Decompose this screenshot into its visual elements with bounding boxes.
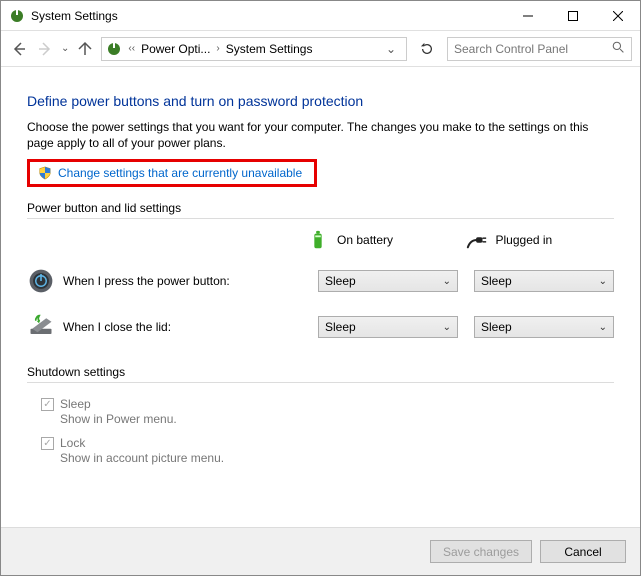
uac-shield-icon — [38, 166, 52, 180]
row-power-button: When I press the power button: Sleep ⌄ S… — [27, 263, 614, 309]
sleep-checkbox: ✓ — [41, 398, 54, 411]
lid-plugged-select[interactable]: Sleep ⌄ — [474, 316, 614, 338]
chevron-down-icon: ⌄ — [599, 322, 607, 333]
col-on-battery: On battery — [307, 229, 456, 251]
plug-icon — [466, 229, 488, 251]
col-battery-label: On battery — [337, 233, 393, 247]
power-button-plugged-select[interactable]: Sleep ⌄ — [474, 270, 614, 292]
change-settings-link[interactable]: Change settings that are currently unava… — [58, 166, 302, 180]
recent-locations-dropdown[interactable]: ⌄ — [61, 43, 69, 54]
lock-label: Lock — [60, 436, 224, 450]
power-options-icon — [9, 8, 25, 24]
minimize-button[interactable] — [505, 1, 550, 30]
title-bar: System Settings — [1, 1, 640, 31]
power-button-icon — [27, 267, 55, 295]
change-settings-highlighted: Change settings that are currently unava… — [27, 159, 317, 187]
chevron-down-icon: ⌄ — [599, 276, 607, 287]
laptop-lid-icon — [27, 313, 55, 341]
close-button[interactable] — [595, 1, 640, 30]
breadcrumb[interactable]: ‹‹ Power Opti... › System Settings ⌄ — [101, 37, 407, 61]
up-button[interactable] — [75, 39, 95, 59]
refresh-button[interactable] — [413, 37, 441, 61]
col-plugged-label: Plugged in — [496, 233, 553, 247]
back-button[interactable] — [9, 39, 29, 59]
breadcrumb-item[interactable]: System Settings — [226, 42, 313, 56]
chevron-down-icon: ⌄ — [443, 276, 451, 287]
save-changes-button[interactable]: Save changes — [430, 540, 532, 563]
search-icon — [612, 41, 625, 57]
page-description: Choose the power settings that you want … — [27, 119, 614, 151]
shutdown-option-sleep: ✓ Sleep Show in Power menu. — [41, 397, 614, 426]
cancel-button[interactable]: Cancel — [540, 540, 626, 563]
close-lid-label: When I close the lid: — [63, 320, 273, 334]
breadcrumb-item[interactable]: Power Opti... — [141, 42, 210, 56]
chevron-right-icon: › — [214, 43, 221, 54]
page-heading: Define power buttons and turn on passwor… — [27, 93, 614, 109]
breadcrumb-dropdown[interactable]: ⌄ — [380, 42, 402, 56]
maximize-button[interactable] — [550, 1, 595, 30]
lid-battery-select[interactable]: Sleep ⌄ — [318, 316, 458, 338]
breadcrumb-sep: ‹‹ — [126, 43, 137, 54]
section-shutdown-title: Shutdown settings — [27, 365, 614, 383]
shutdown-option-lock: ✓ Lock Show in account picture menu. — [41, 436, 614, 465]
forward-button[interactable] — [35, 39, 55, 59]
col-plugged-in: Plugged in — [466, 229, 615, 251]
search-input[interactable]: Search Control Panel — [447, 37, 632, 61]
chevron-down-icon: ⌄ — [443, 322, 451, 333]
nav-bar: ⌄ ‹‹ Power Opti... › System Settings ⌄ S… — [1, 31, 640, 67]
battery-icon — [307, 229, 329, 251]
footer-bar: Save changes Cancel — [1, 527, 640, 575]
window-title: System Settings — [31, 9, 505, 23]
sleep-label: Sleep — [60, 397, 177, 411]
section-power-lid-title: Power button and lid settings — [27, 201, 614, 219]
power-button-label: When I press the power button: — [63, 274, 273, 288]
row-close-lid: When I close the lid: Sleep ⌄ Sleep ⌄ — [27, 309, 614, 355]
power-button-battery-select[interactable]: Sleep ⌄ — [318, 270, 458, 292]
lock-checkbox: ✓ — [41, 437, 54, 450]
search-placeholder: Search Control Panel — [454, 42, 568, 56]
lock-desc: Show in account picture menu. — [60, 451, 224, 465]
power-options-icon — [106, 41, 122, 57]
sleep-desc: Show in Power menu. — [60, 412, 177, 426]
